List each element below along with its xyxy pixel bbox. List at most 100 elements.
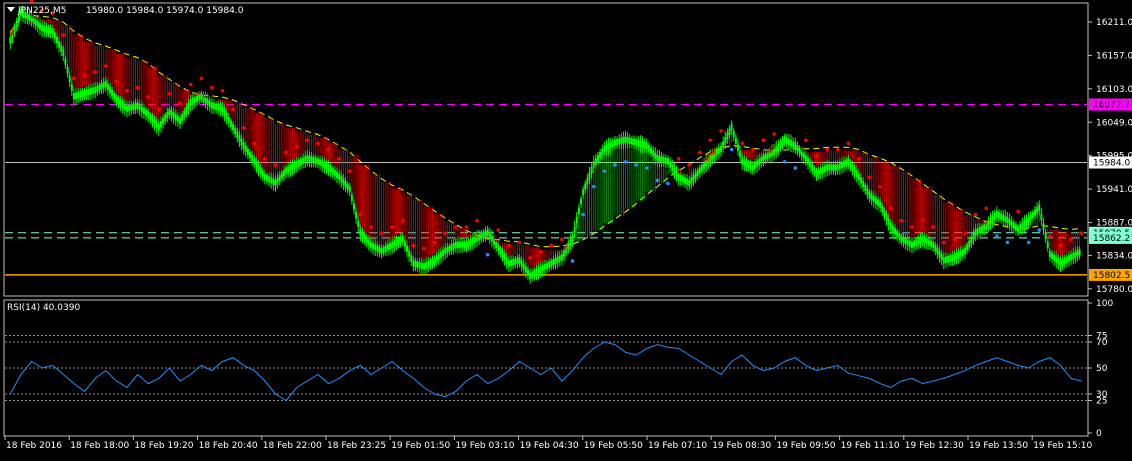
psar-dot (485, 252, 490, 257)
psar-dot (188, 82, 193, 87)
candle-body (883, 210, 886, 217)
candle-body (240, 138, 243, 146)
candle-body (149, 114, 152, 121)
candle-body (758, 158, 761, 165)
candle-body (484, 230, 487, 237)
candle-body (321, 160, 324, 167)
candle-body (1053, 254, 1056, 261)
psar-dot (369, 225, 373, 229)
candle-body (991, 215, 994, 222)
candle-body (376, 245, 379, 252)
psar-dot (729, 147, 734, 152)
x-tick-label: 19 Feb 12:30 (905, 441, 964, 451)
candle-body (514, 258, 517, 265)
candle-body (17, 15, 20, 22)
candle-body (490, 235, 493, 242)
candle-body (654, 152, 657, 159)
candle-body (906, 239, 909, 246)
header-symbol: JPN225,M5 (17, 6, 66, 16)
candle-body (480, 233, 483, 240)
candle-body (1055, 256, 1058, 263)
candle-body (866, 188, 869, 195)
candle-body (964, 247, 967, 255)
candle-body (176, 116, 179, 123)
candle-body (386, 244, 389, 251)
candle-body (949, 255, 952, 262)
candle-body (227, 116, 230, 123)
candle-body (287, 166, 290, 173)
candle-body (539, 266, 542, 273)
candle-body (823, 165, 826, 172)
candle-body (753, 162, 756, 169)
candle-body (181, 114, 184, 121)
candle-body (142, 108, 145, 115)
candle-body (427, 260, 430, 268)
psar-dot (570, 259, 575, 263)
candle-body (113, 93, 116, 100)
candle-body (605, 144, 608, 151)
candle-body (210, 102, 213, 109)
psar-dot (496, 228, 501, 232)
candle-body (319, 159, 322, 166)
psar-dot (103, 64, 108, 68)
psar-dot (1005, 240, 1010, 245)
candle-body (325, 163, 328, 170)
candle-body (465, 241, 468, 248)
candle-body (739, 151, 742, 158)
candle-body (1031, 212, 1034, 219)
candle-body (242, 142, 245, 149)
psar-dot (984, 206, 989, 211)
candle-body (630, 138, 633, 145)
candle-body (138, 104, 141, 111)
candle-body (297, 160, 300, 167)
candle-body (921, 235, 924, 242)
psar-dot (952, 237, 957, 242)
psar-dot (623, 160, 628, 164)
candle-body (908, 240, 911, 247)
chart-svg: 16077.715984.015870.515862.215802.5 1621… (0, 0, 1132, 457)
candle-body (571, 235, 574, 242)
candle-body (412, 260, 415, 267)
x-tick-label: 19 Feb 08:30 (712, 441, 771, 451)
chart-background (0, 0, 1132, 457)
candle-body (645, 142, 648, 149)
candle-body (170, 110, 173, 117)
candle-body (329, 166, 332, 173)
candle-body (599, 151, 602, 159)
psar-dot (146, 95, 151, 99)
psar-dot (157, 107, 161, 112)
candle-body (429, 259, 432, 266)
candle-body (584, 183, 587, 190)
candle-body (340, 176, 343, 183)
candle-body (942, 257, 945, 264)
candle-body (316, 158, 319, 165)
candle-body (251, 155, 254, 162)
candle-body (208, 100, 211, 107)
candle-body (732, 130, 735, 138)
candle-body (1059, 260, 1062, 267)
candle-body (433, 257, 436, 264)
candle-body (622, 137, 625, 144)
psar-dot (782, 160, 787, 164)
candle-body (509, 259, 512, 266)
candle-body (253, 158, 256, 165)
candle-body (980, 225, 983, 232)
candle-body (760, 156, 763, 164)
candle-body (367, 239, 370, 246)
candle-body (53, 32, 56, 39)
candle-body (331, 168, 334, 175)
candle-body (79, 91, 82, 98)
candle-body (198, 94, 201, 101)
candle-body (215, 103, 218, 110)
candle-body (516, 257, 519, 265)
candle-body (100, 83, 103, 90)
candle-body (925, 238, 928, 245)
candle-body (633, 138, 636, 146)
psar-dot (210, 85, 214, 90)
candle-body (9, 37, 12, 44)
candle-body (280, 172, 283, 179)
x-tick-label: 19 Feb 15:10 (1033, 441, 1092, 451)
candle-body (151, 116, 154, 123)
rsi-tick-label: 25 (1096, 397, 1107, 407)
candle-body (870, 194, 873, 201)
